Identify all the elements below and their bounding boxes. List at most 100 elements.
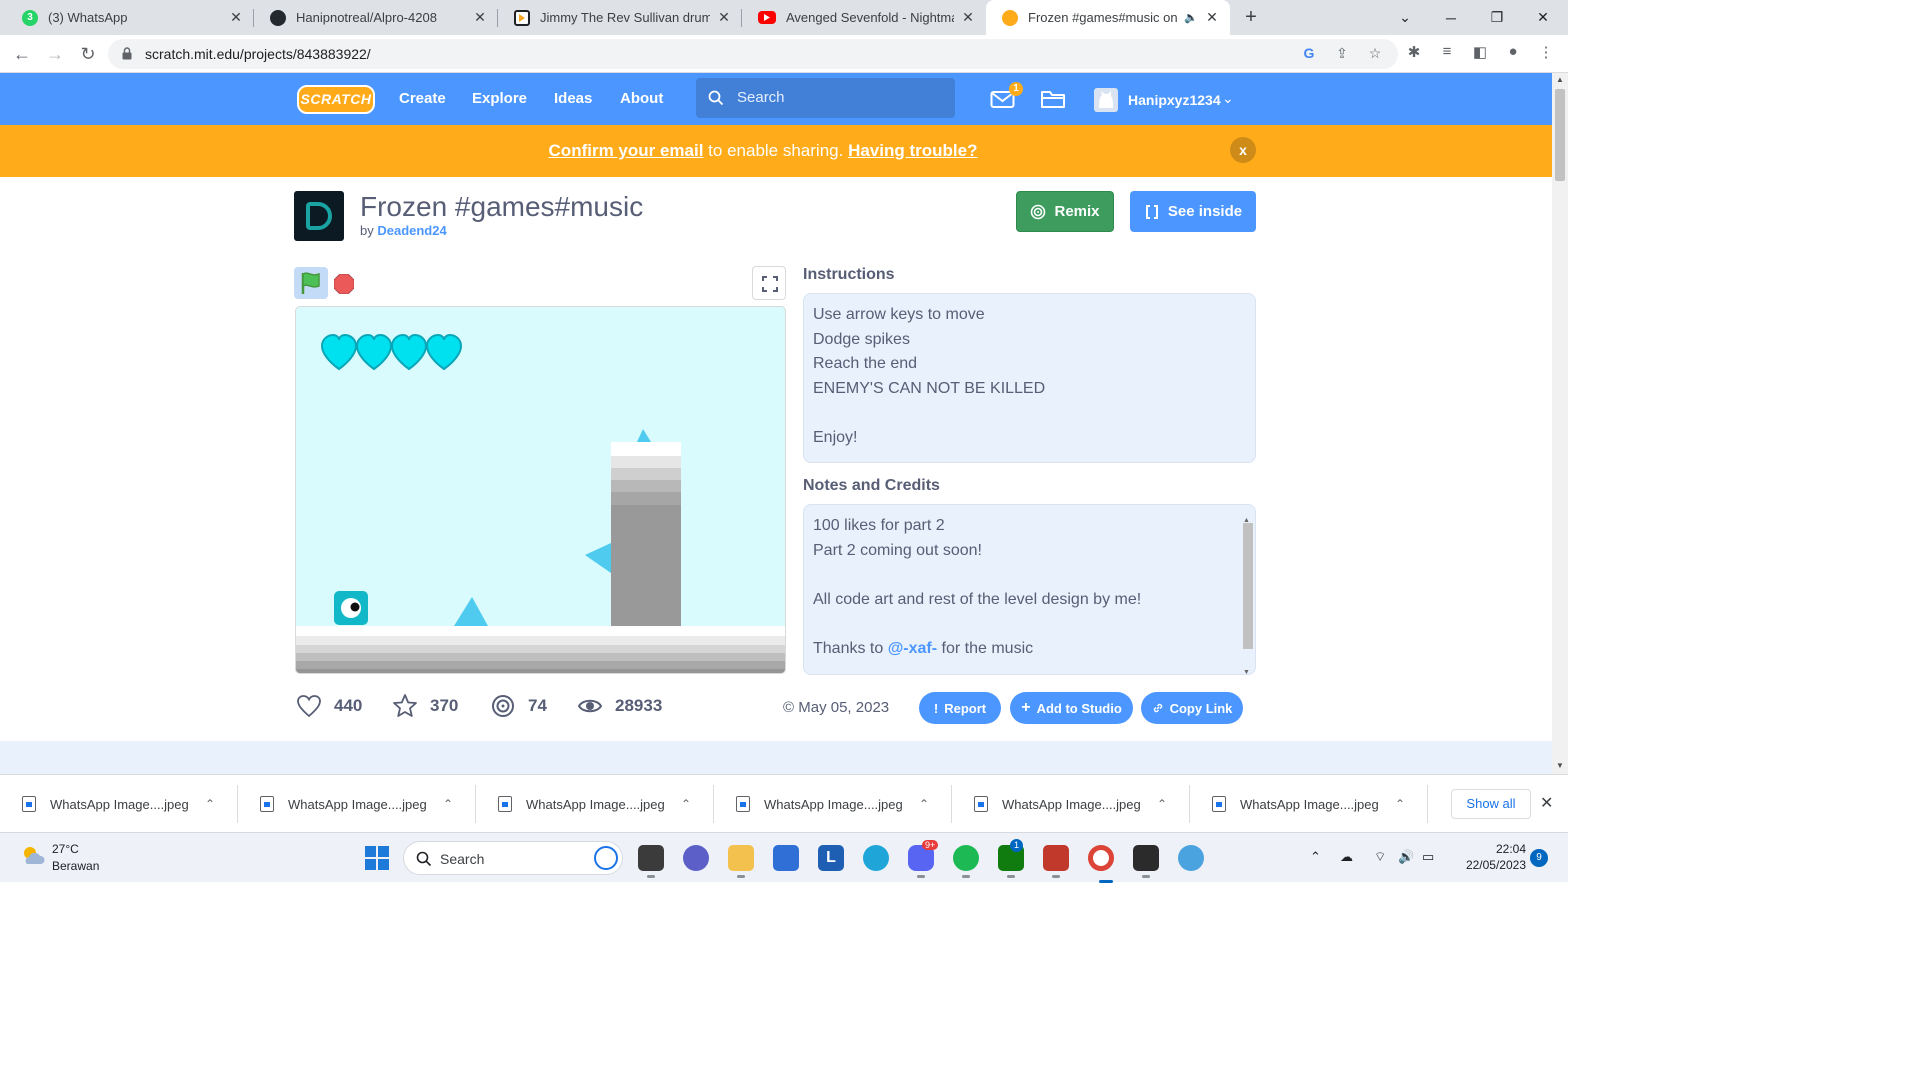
tab-youtube[interactable]: Avenged Sevenfold - Nightmare ✕ — [742, 0, 986, 35]
tray-chevron-up-icon[interactable]: ⌃ — [1310, 849, 1321, 865]
chevron-up-icon[interactable]: ⌃ — [914, 797, 934, 811]
spotify-icon[interactable] — [953, 845, 979, 878]
taskbar-search[interactable]: Search — [403, 841, 623, 875]
new-tab-icon[interactable]: + — [1240, 6, 1262, 28]
volume-icon[interactable]: 🔊 — [1398, 849, 1414, 865]
banner-close-button[interactable]: x — [1230, 137, 1256, 163]
cloud-sync-icon[interactable]: ☁ — [1340, 849, 1353, 865]
user-avatar[interactable] — [1094, 88, 1118, 112]
download-item[interactable]: WhatsApp Image....jpeg ⌃ — [1190, 775, 1428, 833]
tab-github[interactable]: Hanipnotreal/Alpro-4208 ✕ — [254, 0, 498, 35]
remix-button[interactable]: Remix — [1016, 191, 1114, 232]
teams-chat-icon[interactable] — [683, 845, 709, 871]
restore-icon[interactable]: ❐ — [1474, 0, 1520, 35]
account-chevron-down-icon[interactable]: ⌄ — [1222, 90, 1234, 107]
notification-count-badge[interactable]: 9 — [1530, 849, 1548, 867]
forward-arrow-icon[interactable]: → — [44, 43, 66, 65]
media-playlist-icon[interactable]: ≡ — [1436, 43, 1458, 65]
page-scrollbar[interactable]: ▲ ▼ — [1552, 73, 1568, 774]
microsoft-store-icon[interactable] — [773, 845, 799, 871]
battery-icon[interactable]: ▭ — [1422, 849, 1434, 865]
minimize-icon[interactable]: ─ — [1428, 0, 1474, 35]
copy-link-button[interactable]: Copy Link — [1141, 692, 1243, 724]
profile-icon[interactable]: ● — [1502, 43, 1524, 65]
confirm-email-link[interactable]: Confirm your email — [549, 141, 704, 160]
see-inside-button[interactable]: See inside — [1130, 191, 1256, 232]
scratch-search[interactable]: Search — [696, 78, 955, 118]
download-item[interactable]: WhatsApp Image....jpeg ⌃ — [0, 775, 238, 833]
download-item[interactable]: WhatsApp Image....jpeg ⌃ — [238, 775, 476, 833]
nav-explore[interactable]: Explore — [472, 90, 527, 107]
close-tab-icon[interactable]: ✕ — [228, 9, 244, 26]
chevron-up-icon[interactable]: ⌃ — [676, 797, 696, 811]
weather-temperature[interactable]: 27°C — [52, 842, 79, 856]
project-stage[interactable] — [295, 306, 786, 674]
reload-icon[interactable]: ↻ — [77, 43, 99, 65]
add-to-studio-button[interactable]: + Add to Studio — [1010, 692, 1133, 724]
close-tab-icon[interactable]: ✕ — [472, 9, 488, 26]
download-item[interactable]: WhatsApp Image....jpeg ⌃ — [714, 775, 952, 833]
notes-scroll-thumb[interactable] — [1243, 523, 1253, 649]
close-tab-icon[interactable]: ✕ — [716, 9, 732, 26]
chevron-up-icon[interactable]: ⌃ — [200, 797, 220, 811]
having-trouble-link[interactable]: Having trouble? — [848, 141, 977, 160]
xbox-icon[interactable]: 1 — [998, 839, 1024, 878]
chevron-up-icon[interactable]: ⌃ — [1152, 797, 1172, 811]
tab-video[interactable]: Jimmy The Rev Sullivan drums | A ✕ — [498, 0, 742, 35]
instructions-box[interactable]: Use arrow keys to move Dodge spikes Reac… — [803, 293, 1256, 463]
extensions-puzzle-icon[interactable]: ✱ — [1403, 43, 1425, 65]
username[interactable]: Hanipxyz1234 — [1128, 92, 1221, 108]
bookmark-star-icon[interactable]: ☆ — [1366, 45, 1384, 63]
my-stuff-folder-icon[interactable] — [1040, 87, 1066, 111]
loves-stat[interactable]: 440 — [296, 693, 362, 719]
page-scroll-thumb[interactable] — [1555, 89, 1565, 181]
chevron-up-icon[interactable]: ⌃ — [438, 797, 458, 811]
author-link[interactable]: Deadend24 — [377, 223, 446, 238]
scroll-up-arrow-icon[interactable]: ▲ — [1556, 75, 1564, 84]
stop-sign-icon[interactable] — [334, 274, 354, 294]
bing-icon[interactable] — [594, 846, 618, 870]
close-shelf-icon[interactable]: ✕ — [1540, 793, 1553, 813]
system-clock[interactable]: 22:04 22/05/2023 — [1446, 841, 1526, 873]
winrar-icon[interactable] — [1043, 845, 1069, 878]
download-item[interactable]: WhatsApp Image....jpeg ⌃ — [952, 775, 1190, 833]
report-button[interactable]: ! Report — [919, 692, 1001, 724]
close-tab-icon[interactable]: ✕ — [1204, 9, 1220, 26]
discord-icon[interactable]: 9+ — [908, 840, 939, 878]
google-icon[interactable]: G — [1300, 45, 1318, 63]
weather-condition[interactable]: Berawan — [52, 859, 99, 873]
chrome-menu-icon[interactable]: ⋮ — [1535, 43, 1557, 65]
close-tab-icon[interactable]: ✕ — [960, 9, 976, 26]
cloudy-weather-icon[interactable] — [20, 843, 46, 869]
side-panel-icon[interactable]: ◧ — [1469, 43, 1491, 65]
tab-search-chevron-icon[interactable]: ⌄ — [1382, 0, 1428, 35]
speaker-icon[interactable]: 🔈 — [1184, 11, 1198, 24]
scratch-logo[interactable]: SCRATCH — [297, 85, 375, 114]
mention-link[interactable]: @-xaf- — [888, 640, 937, 657]
green-flag-button[interactable] — [294, 267, 328, 299]
lock-icon[interactable] — [122, 47, 132, 60]
favorites-stat[interactable]: 370 — [392, 693, 458, 719]
scroll-down-arrow-icon[interactable]: ▼ — [1243, 661, 1250, 674]
notes-box[interactable]: 100 likes for part 2 Part 2 coming out s… — [803, 504, 1256, 675]
wifi-icon[interactable]: ⌔ — [1374, 849, 1386, 865]
file-explorer-icon[interactable] — [728, 845, 754, 878]
tab-scratch-active[interactable]: Frozen #games#music on Sc 🔈 ✕ — [986, 0, 1230, 35]
terminal-icon[interactable] — [1133, 845, 1159, 878]
back-arrow-icon[interactable]: ← — [11, 43, 33, 65]
launcher-l-icon[interactable]: L — [818, 845, 844, 871]
show-all-downloads-button[interactable]: Show all — [1451, 789, 1531, 819]
share-icon[interactable]: ⇪ — [1333, 45, 1351, 63]
scroll-down-arrow-icon[interactable]: ▼ — [1556, 761, 1564, 770]
globe-app-icon[interactable] — [1178, 845, 1204, 871]
nav-create[interactable]: Create — [399, 90, 446, 107]
windows-start-icon[interactable] — [365, 846, 389, 870]
close-window-icon[interactable]: ✕ — [1520, 0, 1566, 35]
tab-whatsapp[interactable]: 3 (3) WhatsApp ✕ — [6, 0, 254, 35]
fullscreen-button[interactable] — [752, 266, 786, 300]
author-avatar[interactable] — [294, 191, 344, 241]
download-item[interactable]: WhatsApp Image....jpeg ⌃ — [476, 775, 714, 833]
chevron-up-icon[interactable]: ⌃ — [1390, 797, 1410, 811]
task-view-icon[interactable] — [638, 845, 664, 878]
address-bar[interactable]: scratch.mit.edu/projects/843883922/ G ⇪ … — [108, 39, 1398, 69]
